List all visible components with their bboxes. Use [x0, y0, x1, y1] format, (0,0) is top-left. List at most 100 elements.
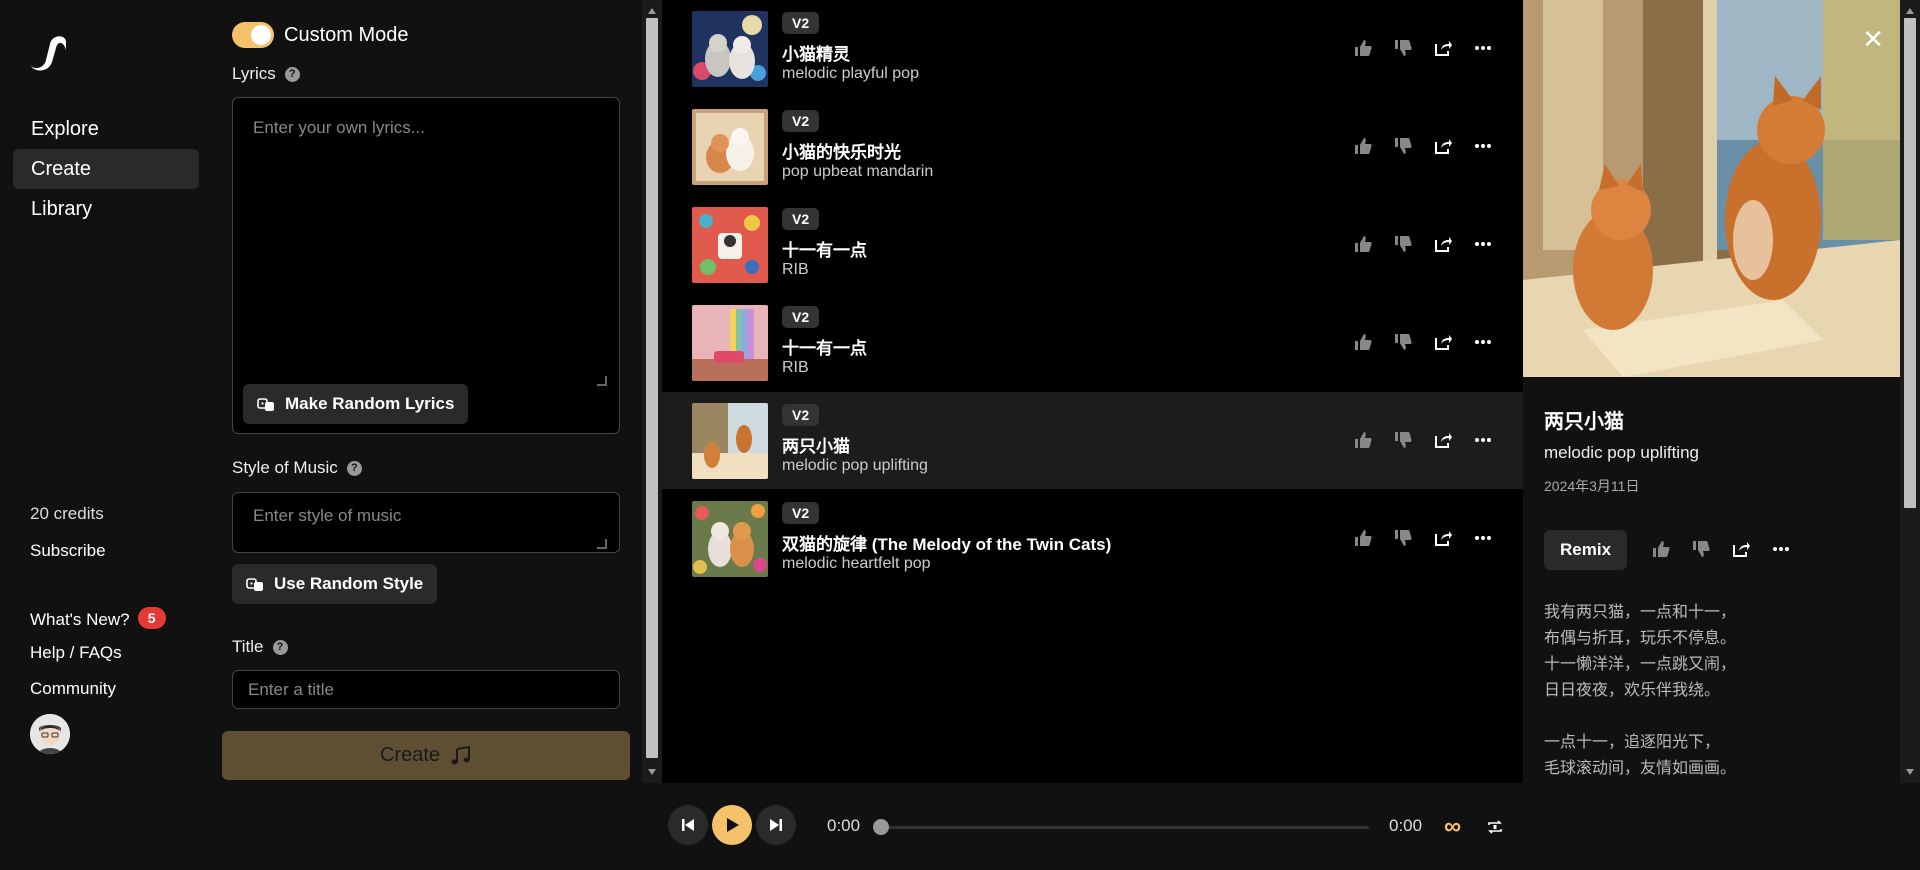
more-options-icon[interactable]	[1473, 136, 1493, 156]
scroll-up-arrow-icon[interactable]	[1906, 8, 1914, 14]
whats-new-link[interactable]: What's New? 5	[30, 607, 166, 630]
next-track-button[interactable]	[756, 805, 796, 845]
use-random-style-button[interactable]: Use Random Style	[232, 564, 438, 604]
thumbs-down-icon[interactable]	[1691, 539, 1711, 559]
style-box	[232, 492, 620, 553]
song-row[interactable]: V2 双猫的旋律 (The Melody of the Twin Cats) m…	[662, 490, 1523, 587]
thumbs-up-icon[interactable]	[1353, 38, 1373, 58]
main-nav: Explore Create Library	[13, 109, 199, 229]
song-actions	[1333, 430, 1493, 450]
share-icon[interactable]	[1433, 234, 1453, 254]
share-icon[interactable]	[1433, 528, 1453, 548]
share-icon[interactable]	[1433, 332, 1453, 352]
song-title[interactable]: 十一有一点	[782, 236, 867, 261]
previous-track-button[interactable]	[668, 805, 708, 845]
more-options-icon[interactable]	[1473, 234, 1493, 254]
lyrics-resize-handle[interactable]	[597, 376, 607, 386]
lyrics-input[interactable]	[243, 108, 603, 386]
thumbs-down-icon[interactable]	[1393, 528, 1413, 548]
song-row-selected[interactable]: V2 两只小猫 melodic pop uplifting	[662, 392, 1523, 489]
infinite-loop-icon[interactable]: ∞	[1444, 813, 1461, 841]
song-detail-panel: ✕ 两只小猫 melodic pop uplifting 2024年3月11日 …	[1523, 0, 1900, 783]
lyrics-label-row: Lyrics ?	[232, 64, 300, 84]
song-title[interactable]: 双猫的旋律 (The Melody of the Twin Cats)	[782, 530, 1111, 555]
nav-create[interactable]: Create	[13, 149, 199, 189]
title-input[interactable]	[232, 670, 620, 709]
version-badge: V2	[782, 110, 820, 132]
song-list: V2 小猫精灵 melodic playful pop V2 小猫的快乐时光 p…	[662, 0, 1523, 783]
song-title[interactable]: 十一有一点	[782, 334, 867, 359]
nav-explore[interactable]: Explore	[13, 109, 199, 149]
song-actions	[1333, 136, 1493, 156]
scrollbar-thumb[interactable]	[646, 18, 658, 758]
song-title[interactable]: 两只小猫	[782, 432, 850, 457]
song-cover-image	[692, 305, 768, 381]
song-row[interactable]: V2 十一有一点 RIB	[662, 196, 1523, 293]
thumbs-up-icon[interactable]	[1353, 430, 1373, 450]
play-button[interactable]	[712, 805, 752, 845]
thumbs-up-icon[interactable]	[1353, 136, 1373, 156]
user-avatar[interactable]	[30, 714, 70, 754]
close-detail-icon[interactable]: ✕	[1862, 24, 1884, 55]
more-options-icon[interactable]	[1771, 539, 1791, 559]
lyrics-label: Lyrics	[232, 64, 276, 83]
subscribe-link[interactable]: Subscribe	[30, 541, 106, 561]
scrollbar-thumb[interactable]	[1904, 18, 1916, 508]
version-badge: V2	[782, 12, 820, 34]
progress-track[interactable]	[881, 826, 1369, 829]
thumbs-down-icon[interactable]	[1393, 38, 1413, 58]
song-title[interactable]: 小猫精灵	[782, 40, 850, 65]
style-resize-handle[interactable]	[597, 539, 607, 549]
dice-icon	[246, 578, 263, 591]
page-scrollbar[interactable]	[1900, 0, 1920, 783]
song-cover-image	[692, 207, 768, 283]
scroll-up-arrow-icon[interactable]	[648, 8, 656, 14]
thumbs-down-icon[interactable]	[1393, 136, 1413, 156]
create-panel-scrollbar[interactable]	[642, 0, 662, 783]
share-icon[interactable]	[1433, 430, 1453, 450]
song-row[interactable]: V2 小猫精灵 melodic playful pop	[662, 0, 1523, 97]
style-help-icon[interactable]: ?	[346, 460, 362, 476]
thumbs-up-icon[interactable]	[1353, 528, 1373, 548]
share-icon[interactable]	[1731, 539, 1751, 559]
lyrics-help-icon[interactable]: ?	[284, 66, 300, 82]
thumbs-up-icon[interactable]	[1651, 539, 1671, 559]
scroll-down-arrow-icon[interactable]	[648, 769, 656, 775]
detail-actions	[1631, 539, 1791, 559]
share-icon[interactable]	[1433, 38, 1453, 58]
repeat-icon[interactable]	[1485, 817, 1505, 837]
title-help-icon[interactable]: ?	[272, 639, 288, 655]
more-options-icon[interactable]	[1473, 430, 1493, 450]
song-row[interactable]: V2 十一有一点 RIB	[662, 294, 1523, 391]
custom-mode-toggle[interactable]	[232, 22, 274, 48]
title-label: Title	[232, 637, 264, 656]
remix-button[interactable]: Remix	[1544, 530, 1628, 570]
create-panel: Custom Mode Lyrics ? Make Random Lyrics …	[212, 0, 642, 783]
thumbs-up-icon[interactable]	[1353, 234, 1373, 254]
custom-mode-row: Custom Mode	[232, 22, 409, 48]
help-faqs-link[interactable]: Help / FAQs	[30, 643, 122, 663]
song-actions	[1333, 234, 1493, 254]
more-options-icon[interactable]	[1473, 332, 1493, 352]
progress-knob[interactable]	[873, 819, 889, 835]
song-cover-image	[692, 403, 768, 479]
share-icon[interactable]	[1433, 136, 1453, 156]
thumbs-up-icon[interactable]	[1353, 332, 1373, 352]
nav-library[interactable]: Library	[13, 189, 199, 229]
style-label-row: Style of Music ?	[232, 458, 362, 478]
thumbs-down-icon[interactable]	[1393, 332, 1413, 352]
whats-new-label: What's New?	[30, 610, 130, 629]
song-title[interactable]: 小猫的快乐时光	[782, 138, 901, 163]
song-row[interactable]: V2 小猫的快乐时光 pop upbeat mandarin	[662, 98, 1523, 195]
thumbs-down-icon[interactable]	[1393, 234, 1413, 254]
make-random-lyrics-button[interactable]: Make Random Lyrics	[243, 384, 469, 424]
create-button[interactable]: Create	[222, 731, 630, 780]
thumbs-down-icon[interactable]	[1393, 430, 1413, 450]
app-logo-icon[interactable]	[28, 30, 70, 72]
title-label-row: Title ?	[232, 637, 288, 657]
scroll-down-arrow-icon[interactable]	[1906, 769, 1914, 775]
style-input[interactable]	[233, 493, 603, 551]
more-options-icon[interactable]	[1473, 528, 1493, 548]
more-options-icon[interactable]	[1473, 38, 1493, 58]
community-link[interactable]: Community	[30, 679, 116, 699]
